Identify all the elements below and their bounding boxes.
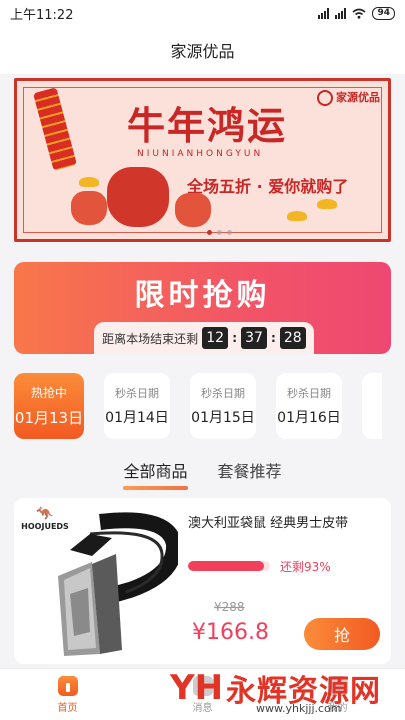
brand-name: HOOJUEDS: [21, 522, 69, 531]
countdown-label: 距离本场结束还剩: [102, 331, 199, 346]
flash-sale-title: 限时抢购: [134, 278, 271, 313]
home-icon: [57, 675, 78, 696]
date-tab-label: 热抢中: [30, 386, 67, 400]
ox-mascot-icon: [71, 191, 107, 225]
gold-ingot-icon: [287, 211, 307, 221]
wifi-icon: [352, 8, 366, 19]
signal-icon: [318, 7, 330, 19]
stock-progress-fill: [188, 561, 265, 571]
date-tab-3[interactable]: 秒杀日期 01月16日: [276, 373, 342, 439]
gold-ingot-icon: [317, 199, 337, 209]
date-tab-2[interactable]: 秒杀日期 01月15日: [190, 373, 256, 439]
countdown-separator: :: [271, 331, 276, 345]
banner-brand: 家源优品: [317, 89, 380, 106]
banner-corner-decoration: [17, 212, 44, 239]
tabbar-label: 消息: [192, 702, 213, 714]
date-tab-label: 秒杀日期: [201, 387, 245, 400]
date-tab-0[interactable]: 热抢中 01月13日: [14, 373, 84, 439]
ox-mascot-icon: [107, 167, 169, 227]
banner-title: 牛年鸿运: [127, 103, 288, 148]
status-time: 上午11:22: [10, 7, 74, 23]
page-title: 家源优品: [170, 42, 235, 61]
ox-mascot-icon: [175, 193, 211, 227]
gold-ingot-icon: [79, 177, 99, 187]
battery-icon: 94: [372, 6, 395, 20]
product-card[interactable]: 🦘 HOOJUEDS 澳大利亚袋鼠 经典男士皮带 还剩93% ¥288 ¥166…: [14, 498, 391, 664]
banner-brand-name: 家源优品: [336, 91, 380, 104]
tab-bundle-recommend[interactable]: 套餐推荐: [218, 458, 282, 488]
countdown-minutes: 37: [241, 327, 267, 349]
banner-slogan: 全场五折 · 爱你就购了: [187, 177, 349, 196]
tabbar-label: 我的: [327, 702, 348, 714]
pagination-dot[interactable]: [227, 230, 232, 235]
date-tab-date: 01月13日: [14, 409, 84, 427]
tabbar-label: 首页: [57, 702, 78, 714]
date-tab-more[interactable]: [362, 373, 382, 439]
page-header: 家源优品: [0, 26, 405, 74]
user-icon: [327, 675, 348, 696]
banner-corner-decoration: [361, 212, 388, 239]
date-tab-date: 01月15日: [191, 410, 255, 426]
date-tab-1[interactable]: 秒杀日期 01月14日: [104, 373, 170, 439]
tab-all-products[interactable]: 全部商品: [123, 458, 188, 490]
grab-button[interactable]: 抢: [304, 618, 380, 650]
tabbar-item-messages[interactable]: 消息: [163, 675, 243, 714]
countdown-seconds: 28: [279, 327, 306, 349]
kangaroo-logo-icon: 🦘: [36, 506, 54, 522]
stock-remaining-text: 还剩93%: [280, 560, 331, 574]
flash-sale-banner: 限时抢购 距离本场结束还剩 12 : 37 : 28: [14, 262, 391, 354]
date-tab-label: 秒杀日期: [115, 387, 159, 400]
status-bar: 上午11:22 94: [0, 0, 405, 26]
message-icon: [192, 675, 213, 696]
status-icons: 94: [318, 6, 395, 20]
promo-banner[interactable]: 家源优品 牛年鸿运 NIUNIANHONGYUN 全场五折 · 爱你就购了: [14, 78, 391, 242]
product-title: 澳大利亚袋鼠 经典男士皮带: [188, 516, 349, 531]
category-tabs: 全部商品 套餐推荐: [0, 458, 405, 490]
product-brand: 🦘 HOOJUEDS: [20, 506, 70, 531]
sale-price: ¥166.8: [192, 620, 269, 645]
date-tab-date: 01月14日: [105, 410, 169, 426]
date-tab-label: 秒杀日期: [287, 387, 331, 400]
banner-pagination: [207, 230, 232, 235]
countdown-timer: 距离本场结束还剩 12 : 37 : 28: [94, 322, 314, 354]
bottom-tab-bar: 首页 消息 我的: [0, 668, 405, 720]
tabbar-item-mine[interactable]: 我的: [298, 675, 378, 714]
tabbar-item-home[interactable]: 首页: [28, 675, 108, 714]
countdown-hours: 12: [202, 327, 229, 349]
pagination-dot[interactable]: [217, 230, 222, 235]
banner-pinyin: NIUNIANHONGYUN: [137, 149, 264, 159]
original-price: ¥288: [214, 600, 245, 614]
pagination-dot[interactable]: [207, 230, 212, 235]
date-selector: 热抢中 01月13日 秒杀日期 01月14日 秒杀日期 01月15日 秒杀日期 …: [14, 373, 405, 441]
date-tab-date: 01月16日: [277, 410, 341, 426]
brand-logo-icon: [317, 90, 333, 106]
stock-progress-bar: [188, 561, 270, 571]
signal-icon-2: [335, 7, 347, 19]
countdown-separator: :: [232, 331, 237, 345]
